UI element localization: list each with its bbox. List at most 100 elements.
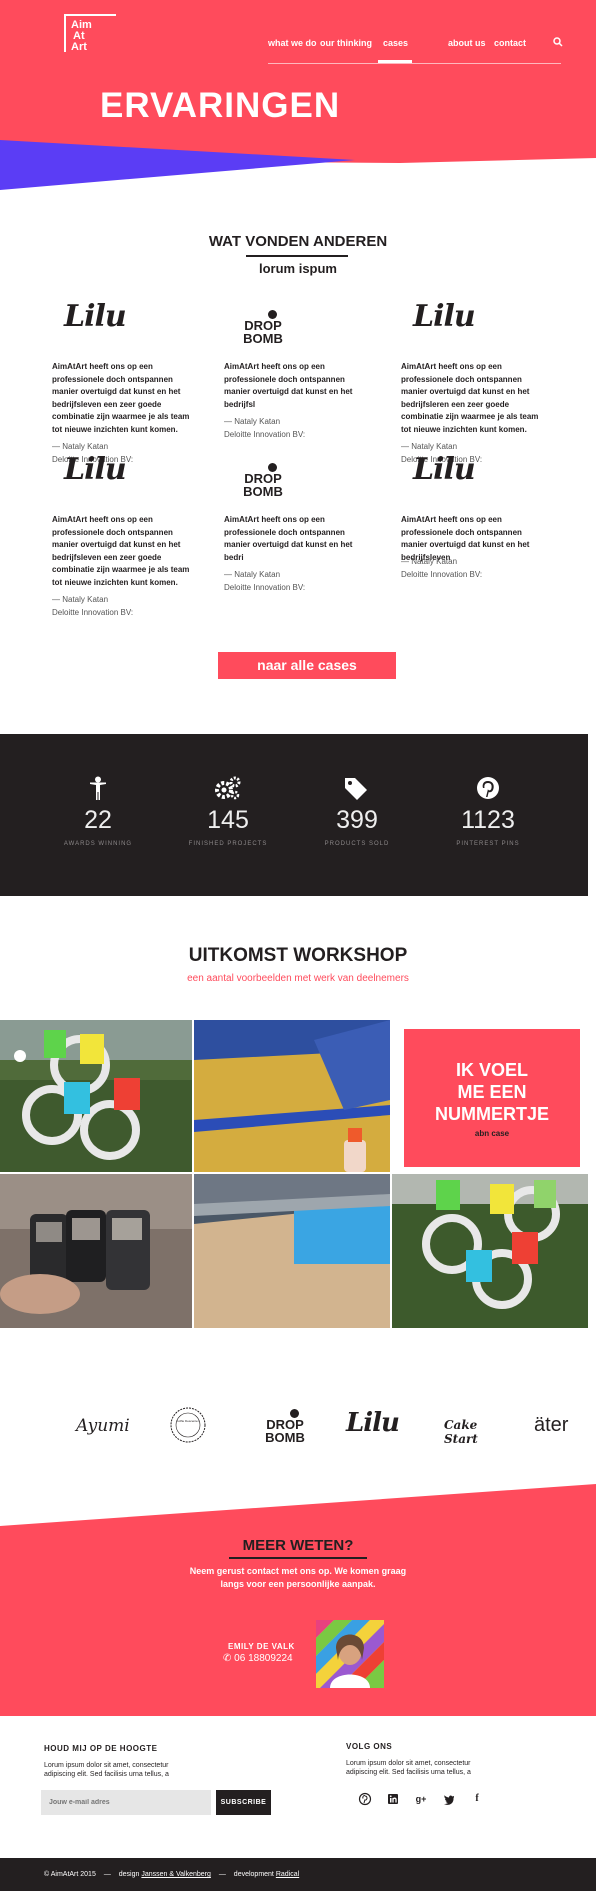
newsletter-text-line: Lorum ipsum dolor sit amet, consectetur <box>44 1762 169 1769</box>
gears-icon <box>215 776 241 800</box>
brand-name: Ayumi <box>76 1416 130 1436</box>
linkedin-icon[interactable] <box>386 1792 400 1806</box>
testimonial-company: Deloitte Innovation BV: <box>401 569 483 579</box>
stat-label: FINISHED PROJECTS <box>188 841 268 847</box>
googleplus-icon[interactable]: g+ <box>414 1792 428 1806</box>
testimonial-author: — Nataly Katan <box>52 595 109 604</box>
design-credit-link[interactable]: Janssen & Valkenberg <box>141 1871 211 1878</box>
testimonials-title: WAT VONDEN ANDEREN <box>208 233 388 250</box>
testimonial-quote: AimAtArt heeft ons op een professionele … <box>224 362 353 409</box>
contact-text-line: Neem gerust contact met ons op. We komen… <box>189 1566 407 1576</box>
site-logo[interactable]: Aim At Art <box>64 14 116 53</box>
pinterest-icon[interactable] <box>358 1792 372 1806</box>
brand-logo-ayumi: Ayumi <box>60 1402 130 1450</box>
follow-title: VOLG ONS <box>346 1742 393 1751</box>
search-icon[interactable] <box>553 37 563 47</box>
follow-section: VOLG ONS Lorum ipsum dolor sit amet, con… <box>346 1742 546 1777</box>
person-icon <box>90 776 106 800</box>
stat-label: PINTEREST PINS <box>456 841 520 847</box>
pinterest-icon <box>477 777 499 799</box>
twitter-icon[interactable] <box>442 1792 456 1806</box>
stat-label: PRODUCTS SOLD <box>324 841 390 847</box>
stat-value: 1123 <box>461 806 515 834</box>
stat-pins: 1123 PINTEREST PINS <box>418 776 558 847</box>
footer-bar: © AimAtArt 2015 — design Janssen & Valke… <box>0 1858 596 1891</box>
newsletter-title: HOUD MIJ OP DE HOOGTE <box>44 1744 158 1753</box>
testimonial-quote: AimAtArt heeft ons op een professionele … <box>401 515 530 562</box>
brand-logo-lilu: Lilu <box>52 299 200 361</box>
bomb-icon <box>268 310 277 319</box>
brand-name: Koffie Descenten <box>176 1419 200 1423</box>
all-cases-button[interactable]: naar alle cases <box>218 652 396 679</box>
email-field[interactable] <box>41 1790 211 1815</box>
nav-divider <box>268 63 561 64</box>
brand-logo-lilu: Lilu <box>401 452 549 514</box>
brand-logo-dropbomb: DROP BOMB <box>250 1402 320 1450</box>
testimonials-subtitle: lorum ispum <box>258 261 337 276</box>
testimonial-card: Lilu AimAtArt heeft ons op een professio… <box>401 299 549 466</box>
brand-name: Lilu <box>413 299 476 334</box>
workshop-photo[interactable] <box>194 1174 390 1328</box>
promo-subtitle: abn case <box>474 1129 510 1138</box>
brand-logo-dropbomb: DROP BOMB <box>224 458 372 514</box>
testimonial-quote: AimAtArt heeft ons op een professionele … <box>401 362 539 434</box>
brand-name: Lilu <box>346 1408 400 1438</box>
brand-name: DROP BOMB <box>243 471 283 499</box>
brand-logo-ater: äter <box>524 1402 594 1450</box>
stat-value: 22 <box>84 806 112 834</box>
newsletter-section: HOUD MIJ OP DE HOOGTE Lorum ipsum dolor … <box>44 1744 244 1779</box>
contact-phone[interactable]: ✆ 06 18809224 <box>223 1653 293 1664</box>
phone-number: 06 18809224 <box>234 1653 293 1664</box>
workshop-photo[interactable] <box>0 1020 192 1172</box>
nav-our-thinking[interactable]: our thinking <box>320 38 372 48</box>
page-title: ERVARINGEN <box>100 86 341 125</box>
nav-contact[interactable]: contact <box>494 38 526 48</box>
nav-about-us[interactable]: about us <box>448 38 486 48</box>
stat-value: 399 <box>336 806 378 834</box>
copyright: © AimAtArt 2015 <box>44 1871 96 1878</box>
brand-name: DROP BOMB <box>265 1417 305 1445</box>
workshop-photo[interactable] <box>194 1020 390 1172</box>
bomb-icon <box>268 463 277 472</box>
brand-name: Lilu <box>413 452 476 487</box>
contact-avatar <box>316 1620 384 1688</box>
development-label: development <box>233 1871 274 1878</box>
client-logos: Ayumi Koffie Descenten DROP BOMB Lilu Ca… <box>60 1402 570 1452</box>
testimonial-author: — Nataly Katan <box>224 417 281 426</box>
contact-name: EMILY DE VALK <box>228 1642 295 1651</box>
workshop-subtitle: een aantal voorbeelden met werk van deel… <box>187 973 409 984</box>
testimonial-card: DROP BOMB AimAtArt heeft ons op een prof… <box>224 305 372 441</box>
development-credit-link[interactable]: Radical <box>276 1871 299 1878</box>
brand-name: Lilu <box>64 299 127 334</box>
workshop-photo[interactable] <box>0 1174 192 1328</box>
follow-text-line: adipiscing elit. Sed facilisis urna tell… <box>346 1769 471 1776</box>
testimonial-company: Deloitte Innovation BV: <box>52 607 134 617</box>
brand-logo-lilu: Lilu <box>52 452 200 514</box>
workshop-photo[interactable] <box>392 1174 588 1328</box>
stat-projects: 145 FINISHED PROJECTS <box>158 776 298 847</box>
promo-title-line: ME EEN <box>457 1082 527 1102</box>
contact-text-line: langs voor een persoonlijke aanpak. <box>220 1579 376 1589</box>
seal-icon <box>170 1407 206 1443</box>
testimonial-card: Lilu AimAtArt heeft ons op een professio… <box>52 299 200 466</box>
title-underline <box>246 255 348 257</box>
subscribe-button[interactable]: SUBSCRIBE <box>216 1790 271 1815</box>
stat-awards: 22 AWARDS WINNING <box>28 776 168 847</box>
testimonial-quote: AimAtArt heeft ons op een professionele … <box>52 515 190 587</box>
abn-case-promo[interactable]: IK VOEL ME EEN NUMMERTJE abn case <box>404 1029 580 1167</box>
separator: — <box>103 1871 111 1878</box>
nav-cases[interactable]: cases <box>383 38 408 48</box>
testimonial-company: Deloitte Innovation BV: <box>224 582 306 592</box>
brand-logo-koffie: Koffie Descenten <box>156 1402 226 1450</box>
newsletter-text-line: adipiscing elit. Sed facilisis urna tell… <box>44 1771 169 1778</box>
brand-name: Lilu <box>64 452 127 487</box>
brand-name: Cake Start <box>444 1418 478 1446</box>
hero-header: Aim At Art what we do our thinking cases… <box>0 0 596 200</box>
title-underline <box>229 1557 367 1559</box>
nav-what-we-do[interactable]: what we do <box>268 38 317 48</box>
brand-name: DROP BOMB <box>243 318 283 346</box>
facebook-icon[interactable]: f <box>470 1792 484 1806</box>
testimonial-author: — Nataly Katan <box>224 570 281 579</box>
follow-text-line: Lorum ipsum dolor sit amet, consectetur <box>346 1760 471 1767</box>
tags-icon <box>345 778 367 800</box>
